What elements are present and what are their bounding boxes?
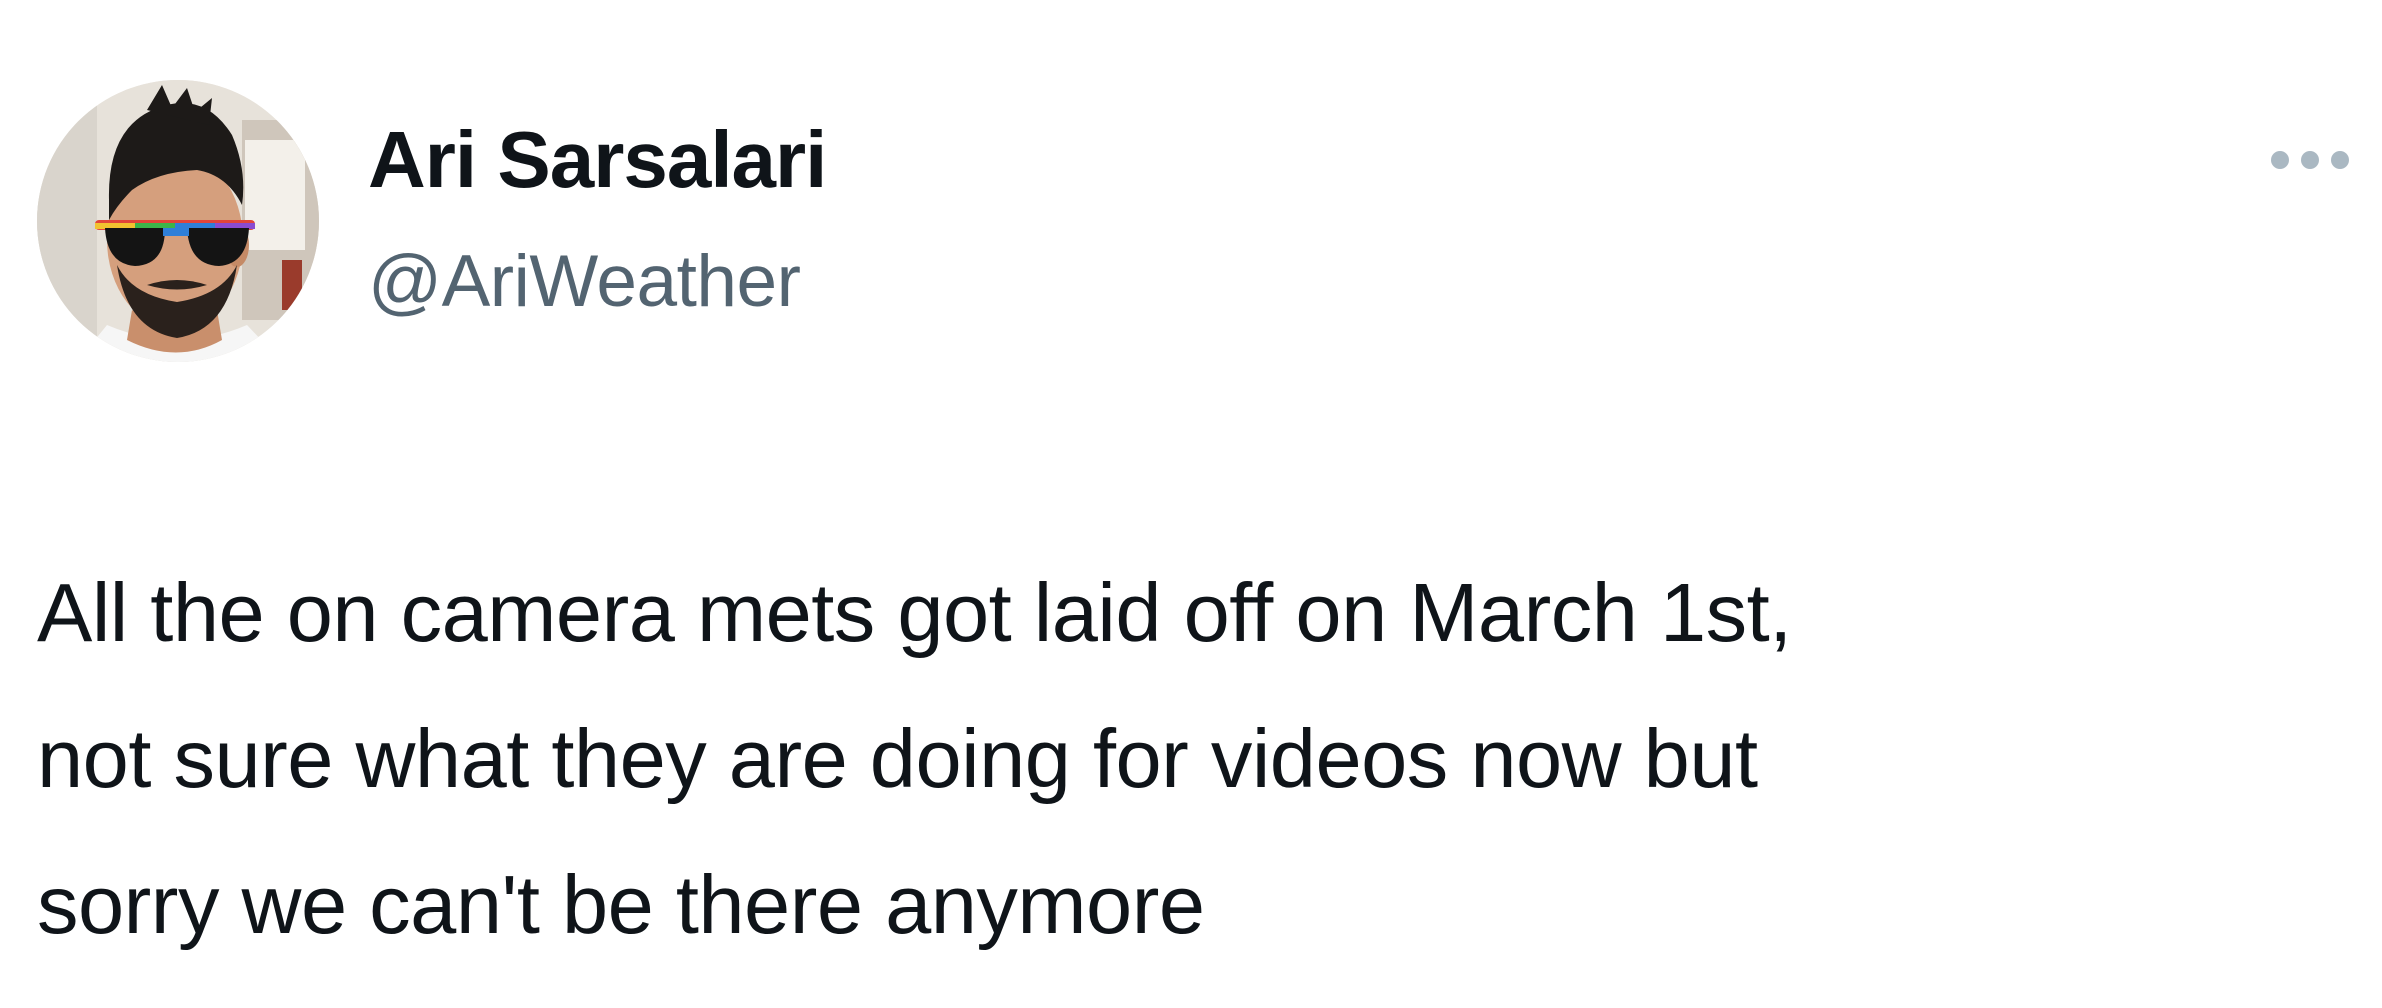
- more-horizontal-icon: [2271, 151, 2349, 169]
- profile-photo: [37, 80, 319, 362]
- tweet-text-line: not sure what they are doing for videos …: [37, 712, 1758, 805]
- author-handle[interactable]: @AriWeather: [368, 237, 801, 327]
- avatar[interactable]: [37, 80, 319, 362]
- tweet-text-line: All the on camera mets got laid off on M…: [37, 566, 1792, 659]
- tweet-card: Ari Sarsalari @AriWeather All the on cam…: [0, 0, 2382, 1008]
- author-display-name[interactable]: Ari Sarsalari: [368, 112, 827, 208]
- tweet-body: All the on camera mets got laid off on M…: [37, 540, 2357, 978]
- more-options-button[interactable]: [2260, 130, 2360, 190]
- tweet-text-line: sorry we can't be there anymore: [37, 858, 1205, 951]
